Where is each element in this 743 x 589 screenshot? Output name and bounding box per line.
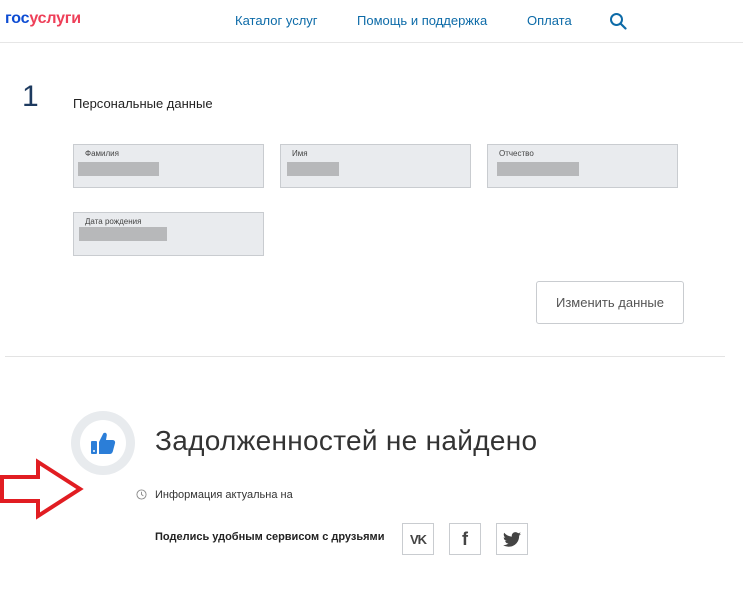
- logo-part-uslugi: услуги: [29, 10, 81, 27]
- last-name-field[interactable]: Фамилия: [73, 144, 264, 188]
- patronymic-redacted-value: [497, 162, 579, 176]
- facebook-share-button[interactable]: f: [449, 523, 481, 555]
- patronymic-field[interactable]: Отчество: [487, 144, 678, 188]
- logo-part-gos: гос: [5, 10, 30, 27]
- gosuslugi-logo[interactable]: госуслуги: [5, 10, 81, 28]
- red-arrow-annotation: [0, 458, 84, 520]
- vk-share-button[interactable]: vk: [402, 523, 434, 555]
- nav-payment-link[interactable]: Оплата: [527, 13, 572, 28]
- thumbs-up-icon: [91, 432, 116, 454]
- change-data-button[interactable]: Изменить данные: [536, 281, 684, 324]
- last-name-redacted-value: [78, 162, 159, 176]
- first-name-field[interactable]: Имя: [280, 144, 471, 188]
- info-actual-text: Информация актуальна на: [155, 489, 293, 501]
- header: госуслуги Каталог услуг Помощь и поддерж…: [0, 0, 743, 43]
- last-name-label: Фамилия: [85, 149, 119, 158]
- first-name-label: Имя: [292, 149, 308, 158]
- share-text: Поделись удобным сервисом с друзьями: [155, 531, 385, 543]
- birth-date-redacted-value: [79, 227, 167, 241]
- birth-date-field[interactable]: Дата рождения: [73, 212, 264, 256]
- section-title: Персональные данные: [73, 96, 213, 111]
- twitter-share-button[interactable]: [496, 523, 528, 555]
- birth-date-label: Дата рождения: [85, 217, 142, 226]
- twitter-icon: [503, 531, 521, 547]
- clock-icon: [136, 489, 147, 500]
- patronymic-label: Отчество: [499, 149, 534, 158]
- section-divider: [5, 356, 725, 357]
- search-icon[interactable]: [609, 12, 627, 30]
- no-debts-title: Задолженностей не найдено: [155, 425, 538, 456]
- nav-catalog-link[interactable]: Каталог услуг: [235, 13, 318, 28]
- step-number: 1: [22, 80, 39, 113]
- nav-help-link[interactable]: Помощь и поддержка: [357, 13, 487, 28]
- first-name-redacted-value: [287, 162, 339, 176]
- vk-icon: vk: [409, 531, 427, 547]
- facebook-icon: f: [462, 528, 468, 549]
